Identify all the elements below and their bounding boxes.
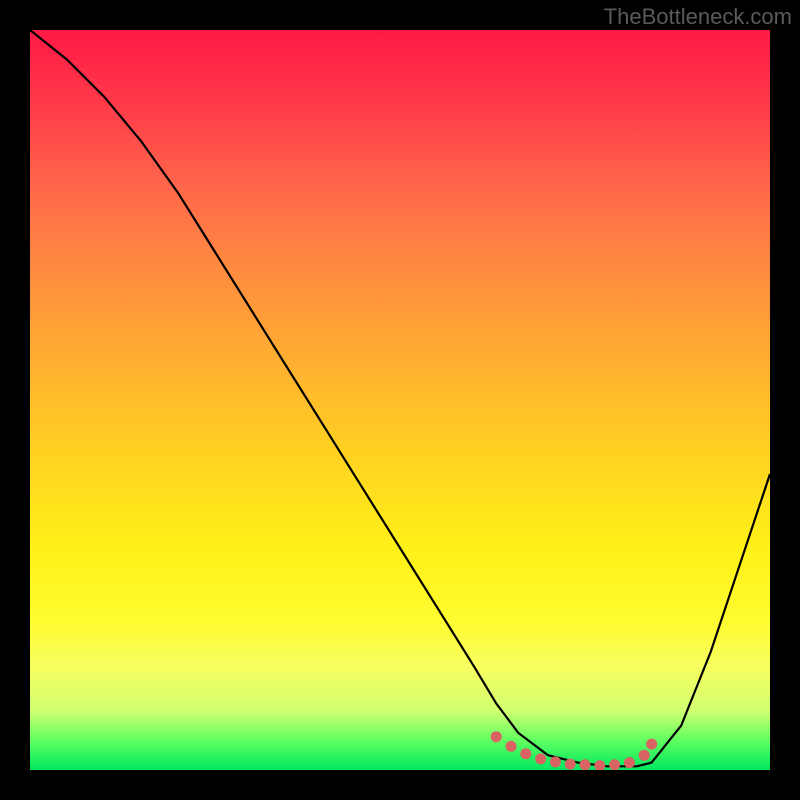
marker-dot — [594, 760, 605, 770]
minimum-region-markers — [491, 731, 657, 770]
marker-dot — [535, 753, 546, 764]
marker-dot — [639, 750, 650, 761]
bottleneck-curve-line — [30, 30, 770, 766]
marker-dot — [624, 757, 635, 768]
marker-dot — [506, 741, 517, 752]
marker-dot — [580, 759, 591, 770]
watermark-text: TheBottleneck.com — [604, 4, 792, 30]
marker-dot — [550, 756, 561, 767]
plot-area — [30, 30, 770, 770]
marker-dot — [646, 739, 657, 750]
marker-dot — [565, 759, 576, 770]
chart-svg — [30, 30, 770, 770]
marker-dot — [491, 731, 502, 742]
marker-dot — [520, 748, 531, 759]
marker-dot — [609, 759, 620, 770]
